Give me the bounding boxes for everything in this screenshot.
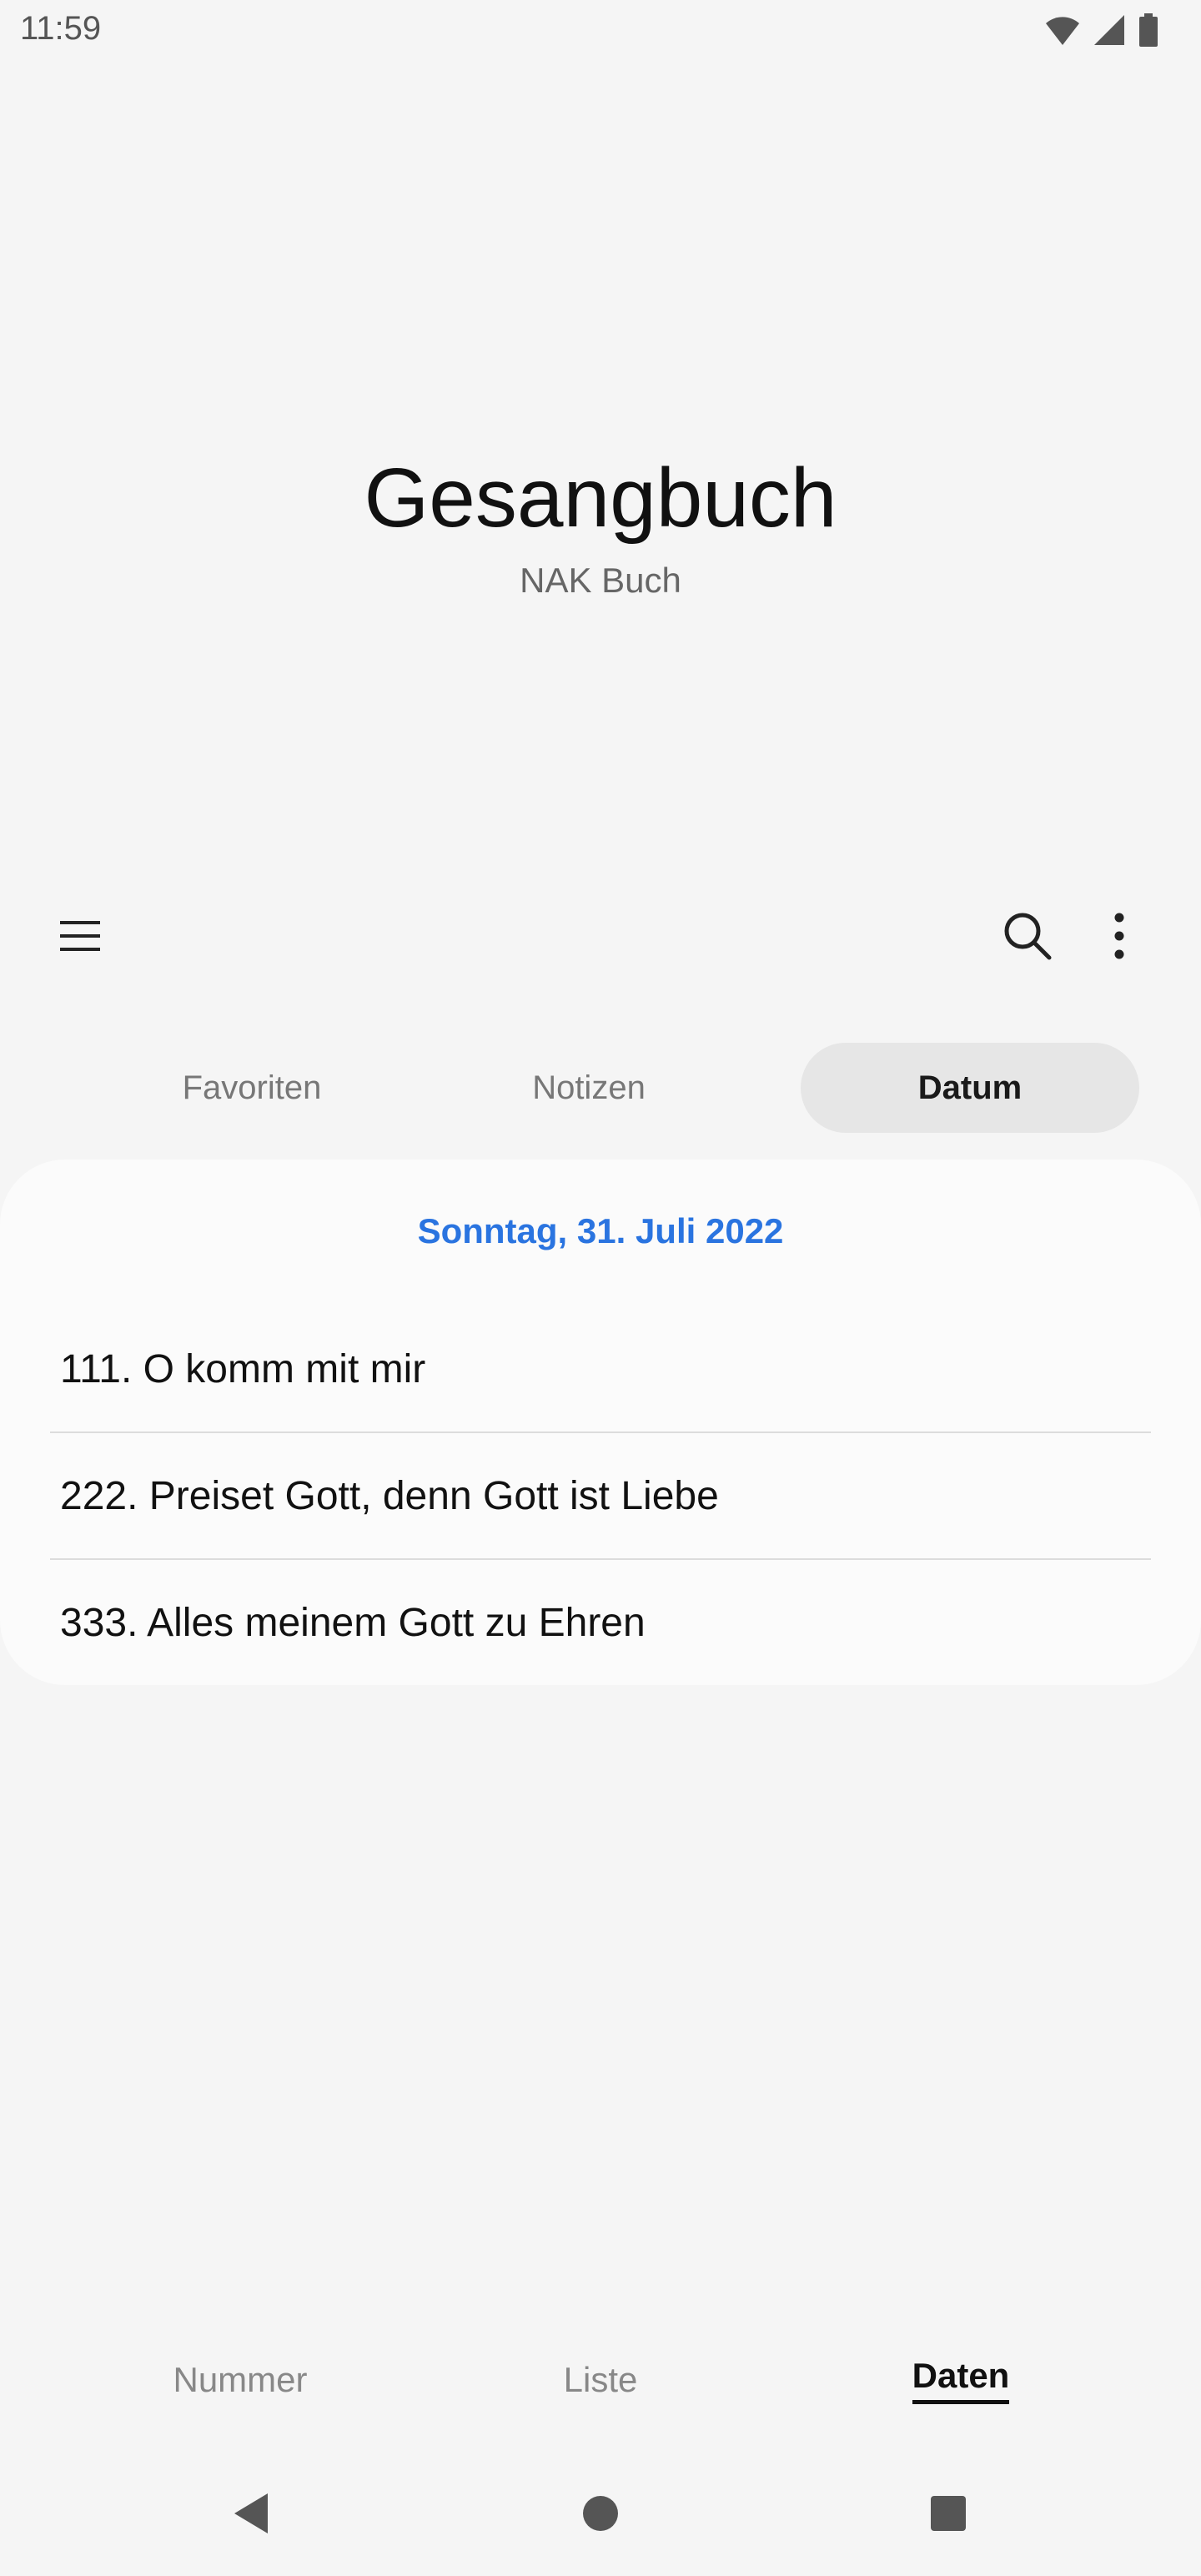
system-recents-button[interactable] bbox=[911, 2478, 986, 2553]
wifi-icon bbox=[1044, 13, 1081, 51]
segmented-tabs: Favoriten Notizen Datum bbox=[50, 1043, 1141, 1133]
app-screen: 11:59 Gesangbuch NAK Buch Favoriten Noti… bbox=[0, 0, 1201, 2576]
nav-label: Daten bbox=[912, 2356, 1010, 2395]
card-date: Sonntag, 31. Juli 2022 bbox=[417, 1211, 784, 1250]
nav-label-active: Daten bbox=[912, 2356, 1010, 2404]
list-item[interactable]: 111. O komm mit mir bbox=[50, 1306, 1151, 1431]
menu-icon bbox=[58, 914, 102, 962]
nav-label: Nummer bbox=[173, 2360, 308, 2399]
search-icon bbox=[1003, 911, 1053, 965]
page-subtitle: NAK Buch bbox=[520, 561, 681, 600]
bottom-navigation: Nummer Liste Daten bbox=[0, 2342, 1201, 2418]
system-navigation-bar bbox=[0, 2478, 1201, 2553]
more-options-button[interactable] bbox=[1086, 904, 1153, 971]
song-title: 111. O komm mit mir bbox=[60, 1346, 426, 1391]
nav-liste[interactable]: Liste bbox=[494, 2342, 707, 2418]
search-button[interactable] bbox=[994, 904, 1061, 971]
nav-label: Liste bbox=[563, 2360, 638, 2399]
cellular-signal-icon bbox=[1093, 13, 1126, 51]
page-title: Gesangbuch bbox=[364, 451, 837, 545]
menu-button[interactable] bbox=[47, 904, 113, 971]
tab-notizen[interactable]: Notizen bbox=[417, 1043, 761, 1133]
back-icon bbox=[229, 2490, 271, 2541]
nav-nummer[interactable]: Nummer bbox=[133, 2342, 347, 2418]
status-bar: 11:59 bbox=[0, 0, 1201, 60]
tab-datum[interactable]: Datum bbox=[801, 1043, 1139, 1133]
toolbar bbox=[0, 904, 1201, 971]
recents-icon bbox=[929, 2494, 967, 2537]
date-card: Sonntag, 31. Juli 2022 111. O komm mit m… bbox=[0, 1160, 1201, 1685]
more-vert-icon bbox=[1113, 913, 1126, 963]
nav-daten[interactable]: Daten bbox=[854, 2342, 1068, 2418]
song-title: 333. Alles meinem Gott zu Ehren bbox=[60, 1600, 646, 1645]
battery-icon bbox=[1138, 13, 1159, 51]
list-item[interactable]: 222. Preiset Gott, denn Gott ist Liebe bbox=[50, 1433, 1151, 1558]
list-item[interactable]: 333. Alles meinem Gott zu Ehren bbox=[50, 1560, 1151, 1685]
status-icons bbox=[1044, 13, 1159, 51]
system-home-button[interactable] bbox=[563, 2478, 638, 2553]
song-title: 222. Preiset Gott, denn Gott ist Liebe bbox=[60, 1473, 719, 1518]
tab-favoriten[interactable]: Favoriten bbox=[50, 1043, 454, 1133]
status-time: 11:59 bbox=[20, 10, 102, 47]
home-icon bbox=[581, 2494, 620, 2537]
system-back-button[interactable] bbox=[213, 2478, 288, 2553]
active-indicator bbox=[912, 2400, 1010, 2404]
